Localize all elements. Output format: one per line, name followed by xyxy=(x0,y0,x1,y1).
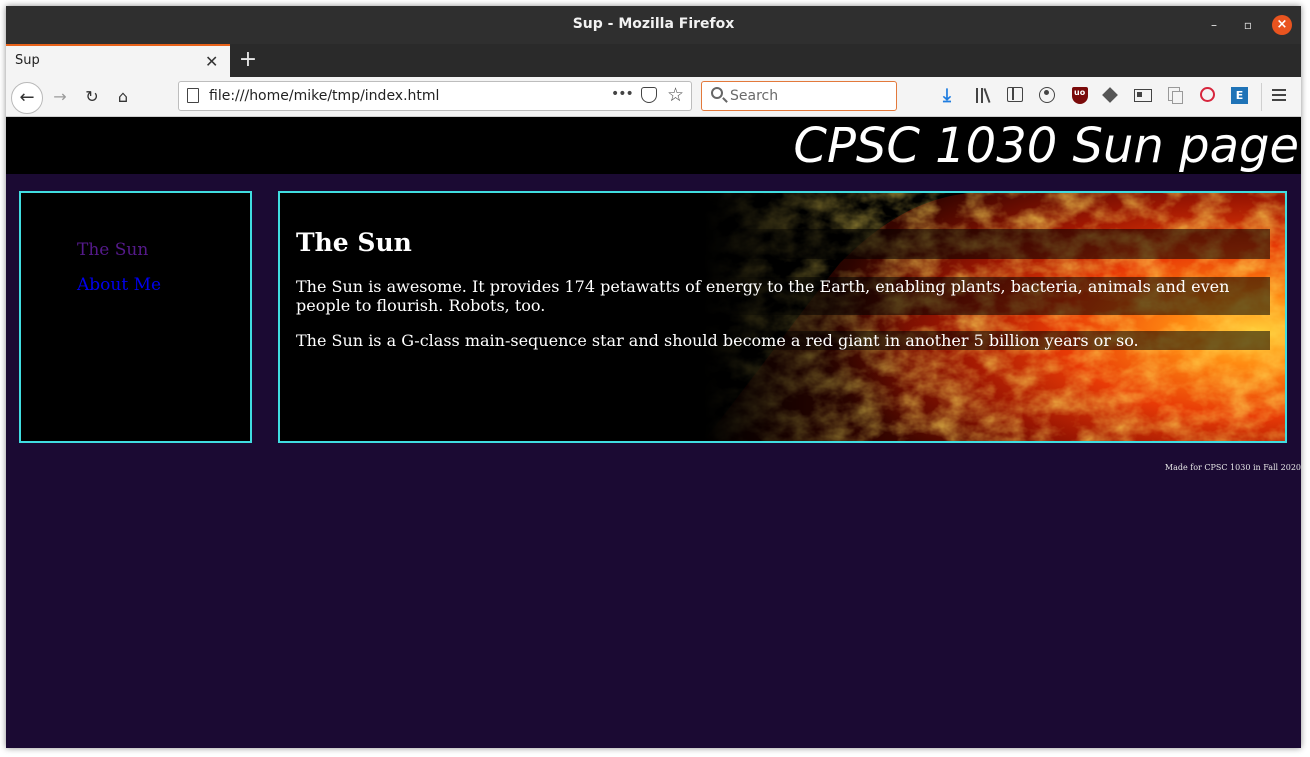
shield-extension-icon[interactable] xyxy=(1200,87,1215,102)
site-nav: The Sun About Me xyxy=(19,191,252,443)
cube-extension-icon[interactable] xyxy=(1102,87,1118,103)
extension-icon[interactable]: E xyxy=(1231,87,1248,104)
copy-extension-icon[interactable] xyxy=(1168,87,1183,104)
minimize-button[interactable]: – xyxy=(1204,15,1224,35)
url-text[interactable]: file:///home/mike/tmp/index.html xyxy=(209,88,439,104)
account-icon[interactable] xyxy=(1039,87,1055,103)
close-window-button[interactable]: × xyxy=(1272,15,1292,35)
library-icon[interactable] xyxy=(976,87,994,105)
title-bar: Sup - Mozilla Firefox – ▫ × xyxy=(6,6,1301,44)
url-bar[interactable]: file:///home/mike/tmp/index.html ••• ☆ xyxy=(178,81,692,111)
site-title: CPSC 1030 Sun page xyxy=(793,118,1299,174)
main-paragraph-2: The Sun is a G-class main-sequence star … xyxy=(296,331,1270,350)
search-input[interactable] xyxy=(730,87,890,105)
ublock-icon[interactable] xyxy=(1072,87,1088,104)
search-bar[interactable] xyxy=(701,81,897,111)
forward-button[interactable]: → xyxy=(46,83,74,111)
hamburger-menu-icon[interactable] xyxy=(1272,88,1286,102)
back-button[interactable]: ← xyxy=(11,82,43,114)
reload-button[interactable]: ↻ xyxy=(78,83,106,111)
new-tab-button[interactable]: + xyxy=(238,47,258,72)
download-icon[interactable]: ⤓ xyxy=(943,85,961,106)
main-paragraph-1: The Sun is awesome. It provides 174 peta… xyxy=(296,277,1270,315)
sidebar-icon[interactable] xyxy=(1007,87,1023,102)
web-page: CPSC 1030 Sun page The Sun About Me The … xyxy=(6,117,1301,748)
page-icon xyxy=(187,88,199,103)
site-header: CPSC 1030 Sun page xyxy=(6,117,1301,174)
main-heading: The Sun xyxy=(296,229,1270,259)
browser-window: Sup - Mozilla Firefox – ▫ × Sup ✕ + ← → … xyxy=(6,6,1301,748)
main-content: The Sun The Sun is awesome. It provides … xyxy=(278,191,1287,443)
bookmark-star-icon[interactable]: ☆ xyxy=(667,84,684,106)
pocket-icon[interactable] xyxy=(641,87,657,103)
footer-note: Made for CPSC 1030 in Fall 2020 xyxy=(1164,463,1301,472)
close-tab-icon[interactable]: ✕ xyxy=(205,52,218,71)
nav-link-about-me[interactable]: About Me xyxy=(77,275,161,295)
toolbar-separator xyxy=(1261,83,1262,111)
page-actions-icon[interactable]: ••• xyxy=(611,86,634,102)
navigation-toolbar: ← → ↻ ⌂ file:///home/mike/tmp/index.html… xyxy=(6,77,1301,117)
home-button[interactable]: ⌂ xyxy=(109,83,137,111)
window-title: Sup - Mozilla Firefox xyxy=(572,16,735,32)
reader-extension-icon[interactable] xyxy=(1134,89,1152,102)
maximize-button[interactable]: ▫ xyxy=(1238,15,1258,35)
tab-label: Sup xyxy=(15,53,40,68)
tab-sup[interactable]: Sup ✕ xyxy=(6,44,230,77)
nav-link-the-sun[interactable]: The Sun xyxy=(77,240,148,260)
search-icon xyxy=(711,87,723,99)
tab-bar: Sup ✕ + xyxy=(6,44,1301,77)
